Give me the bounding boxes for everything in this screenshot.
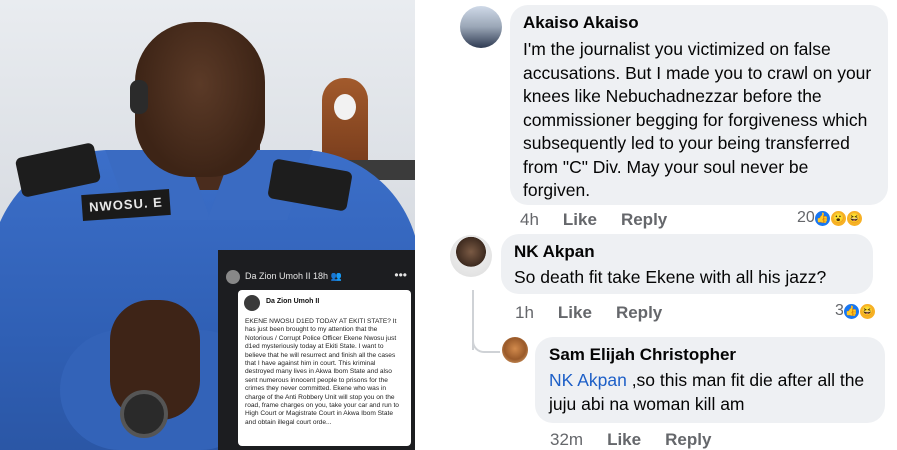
earpiece (130, 80, 148, 114)
avatar-akaiso[interactable] (460, 6, 502, 48)
reply-button[interactable]: Reply (665, 430, 711, 450)
haha-icon: 😆 (858, 302, 876, 320)
comment-bubble-2: NK Akpan So death fit take Ekene with al… (501, 234, 873, 294)
post-author: Da Zion Umoh II (245, 271, 311, 281)
reaction-summary[interactable]: 3 👍 😆 (835, 302, 876, 320)
reply-button[interactable]: Reply (616, 303, 662, 323)
police-officer-photo: NWOSU. E Da Zion Umoh II 18h 👥 ••• Da Zi… (0, 0, 415, 450)
comment-text: So death fit take Ekene with all his jaz… (514, 267, 827, 287)
embedded-post-screenshot: Da Zion Umoh II 18h 👥 ••• Da Zion Umoh I… (218, 250, 415, 450)
comment-text: NK Akpan ,so this man fit die after all … (549, 369, 879, 416)
haha-icon: 😆 (845, 209, 863, 227)
comment-bubble-3: Sam Elijah Christopher NK Akpan ,so this… (535, 337, 885, 423)
card-author: Da Zion Umoh II (266, 298, 320, 305)
reaction-count: 20 (797, 209, 815, 226)
comment-time: 4h (520, 210, 539, 229)
post-avatar (226, 270, 240, 284)
post-time: 18h (313, 271, 329, 281)
more-options-icon[interactable]: ••• (394, 268, 407, 282)
comment-bubble-1: Akaiso Akaiso I'm the journalist you vic… (510, 5, 888, 205)
like-button[interactable]: Like (563, 210, 597, 230)
people-icon: 👥 (330, 271, 342, 281)
like-icon: 👍 (842, 302, 860, 320)
reaction-summary[interactable]: 20 👍 😮 😆 (797, 209, 863, 227)
like-button[interactable]: Like (558, 303, 592, 323)
comment-text: I'm the journalist you victimized on fal… (523, 39, 872, 200)
comment-actions: 1h Like Reply (515, 303, 686, 323)
comment-author[interactable]: Akaiso Akaiso (523, 13, 639, 33)
wristwatch (120, 390, 168, 438)
avatar-nk-akpan[interactable] (450, 235, 492, 277)
reply-button[interactable]: Reply (621, 210, 667, 230)
comment-author[interactable]: NK Akpan (514, 242, 595, 262)
like-button[interactable]: Like (607, 430, 641, 450)
reply-connector (472, 335, 500, 353)
card-avatar (244, 295, 260, 311)
comment-actions: 4h Like Reply (520, 210, 691, 230)
comments-panel: Akaiso Akaiso I'm the journalist you vic… (415, 0, 897, 450)
card-text: EKENE NWOSU D1ED TODAY AT EKITI STATE? I… (245, 318, 399, 426)
mention-link[interactable]: NK Akpan (549, 370, 627, 390)
comment-actions: 32m Like Reply (550, 430, 735, 450)
post-author-line: Da Zion Umoh II 18h 👥 (245, 271, 342, 282)
avatar-sam-elijah[interactable] (502, 337, 528, 363)
comment-author[interactable]: Sam Elijah Christopher (549, 345, 736, 365)
like-icon: 👍 (813, 209, 831, 227)
comment-time: 32m (550, 430, 584, 449)
wow-icon: 😮 (829, 209, 847, 227)
officer-head (135, 22, 265, 177)
post-card: Da Zion Umoh II EKENE NWOSU D1ED TODAY A… (238, 290, 411, 446)
comment-time: 1h (515, 303, 534, 322)
post-top-bar: Da Zion Umoh II 18h 👥 ••• (218, 250, 415, 288)
